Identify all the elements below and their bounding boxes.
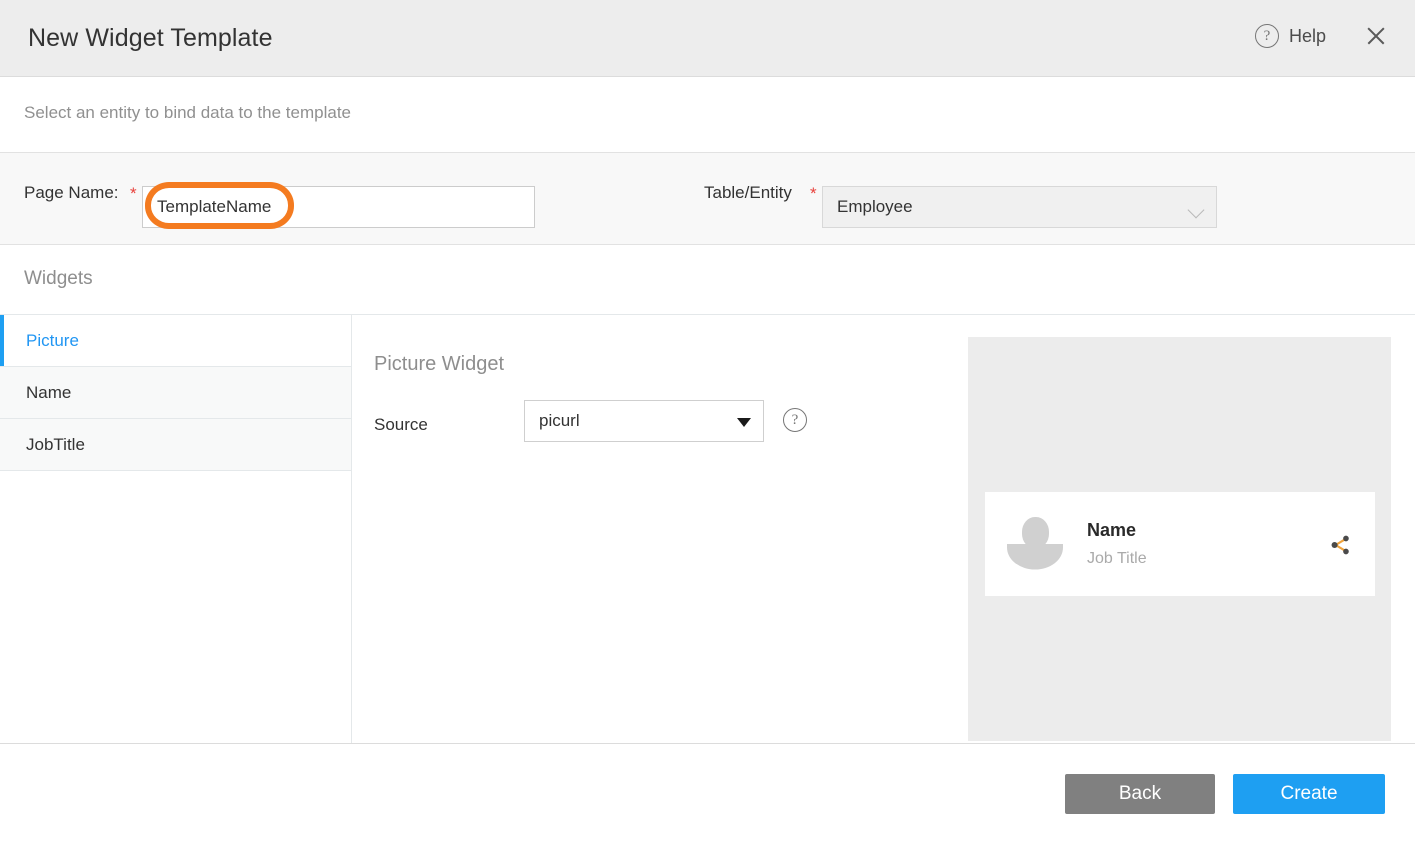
chevron-down-icon — [1188, 202, 1205, 219]
widget-list: Picture Name JobTitle — [0, 315, 352, 743]
widget-item-label: Picture — [26, 331, 79, 351]
question-circle-icon: ? — [1255, 24, 1279, 48]
widget-preview-pane: Name Job Title — [968, 337, 1391, 741]
table-entity-value: Employee — [837, 197, 913, 217]
create-button[interactable]: Create — [1233, 774, 1385, 814]
header-actions: ? Help — [1255, 21, 1391, 51]
widget-list-item-name[interactable]: Name — [0, 367, 351, 419]
preview-job-title: Job Title — [1087, 550, 1147, 568]
source-label: Source — [374, 415, 428, 435]
source-value: picurl — [539, 411, 580, 431]
help-button[interactable]: ? Help — [1255, 24, 1326, 48]
help-label: Help — [1289, 26, 1326, 47]
table-entity-label: Table/Entity — [704, 183, 792, 203]
preview-name: Name — [1087, 520, 1147, 541]
dialog-footer: Back Create — [0, 744, 1415, 846]
source-select[interactable]: picurl — [524, 400, 764, 442]
preview-card-text: Name Job Title — [1087, 520, 1147, 568]
widget-item-label: Name — [26, 383, 71, 403]
widget-list-item-jobtitle[interactable]: JobTitle — [0, 419, 351, 471]
widget-config-title: Picture Widget — [374, 353, 504, 376]
back-button[interactable]: Back — [1065, 774, 1215, 814]
dialog-header: New Widget Template ? Help — [0, 0, 1415, 77]
page-name-value: TemplateName — [157, 197, 271, 217]
caret-down-icon — [737, 418, 751, 427]
widgets-heading: Widgets — [24, 268, 93, 290]
question-circle-icon: ? — [783, 408, 807, 432]
table-entity-select[interactable]: Employee — [822, 186, 1217, 228]
table-entity-required-marker: * — [810, 184, 817, 204]
page-title: New Widget Template — [28, 24, 273, 53]
page-name-required-marker: * — [130, 184, 137, 204]
page-name-input[interactable]: TemplateName — [142, 186, 535, 228]
subtitle-text: Select an entity to bind data to the tem… — [24, 103, 351, 123]
widget-config-panel: Picture Widget Source picurl ? — [353, 315, 968, 743]
widget-list-item-picture[interactable]: Picture — [0, 315, 351, 367]
page-name-label: Page Name: — [24, 183, 119, 203]
source-help-button[interactable]: ? — [783, 408, 807, 432]
entity-form-band: Page Name: * TemplateName Table/Entity *… — [0, 152, 1415, 245]
person-avatar-icon — [1006, 513, 1064, 575]
widget-item-label: JobTitle — [26, 435, 85, 455]
preview-card: Name Job Title — [985, 492, 1375, 596]
share-icon[interactable] — [1327, 532, 1353, 558]
close-icon[interactable] — [1361, 21, 1391, 51]
